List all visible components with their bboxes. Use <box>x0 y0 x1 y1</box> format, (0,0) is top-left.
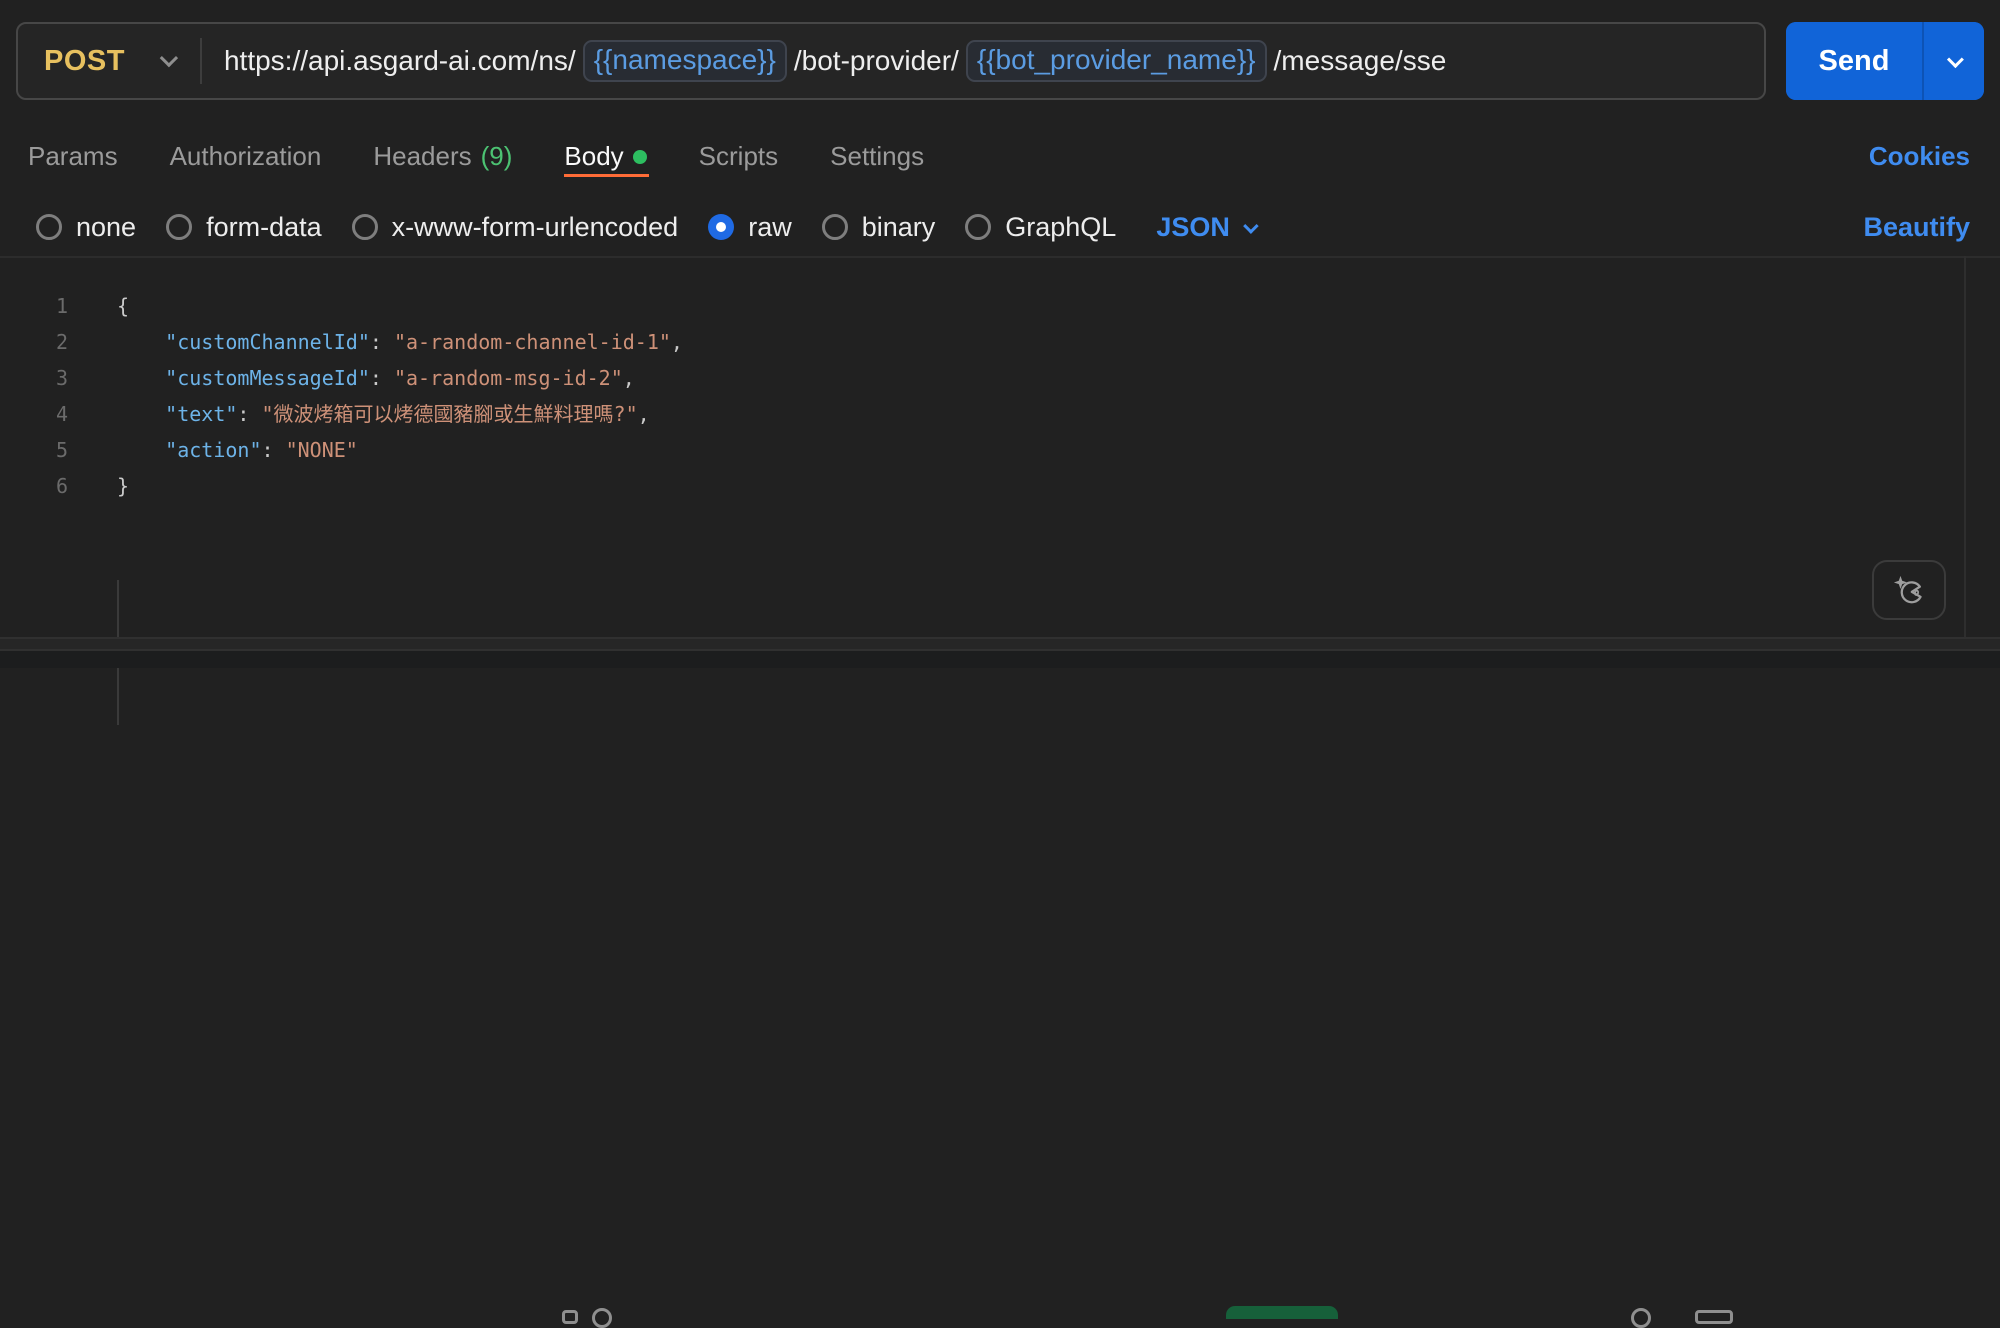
chevron-down-icon <box>1947 51 1964 68</box>
url-variable-bot-provider-name[interactable]: {{bot_provider_name}} <box>966 40 1267 82</box>
radio-raw[interactable]: raw <box>708 212 792 243</box>
radio-none[interactable]: none <box>36 212 136 243</box>
tab-label: Headers <box>373 136 471 176</box>
radio-x-www-form-urlencoded[interactable]: x-www-form-urlencoded <box>352 212 679 243</box>
radio-icon <box>965 214 991 240</box>
editor-scroll-gutter-border <box>1964 256 1966 637</box>
radio-label: binary <box>862 212 936 243</box>
language-label: JSON <box>1156 212 1230 243</box>
code-line: 2 "customChannelId": "a-random-channel-i… <box>20 324 2000 360</box>
postbot-button[interactable] <box>1872 560 1946 620</box>
partial-circle-icon[interactable] <box>1631 1308 1651 1328</box>
code-line: 1 { <box>20 288 2000 324</box>
partial-icon[interactable] <box>562 1310 578 1324</box>
request-tabs: Params Authorization Headers (9) Body Sc… <box>28 136 1970 176</box>
url-segment: /message/sse <box>1274 45 1447 77</box>
cookies-link[interactable]: Cookies <box>1869 141 1970 172</box>
postbot-sparkle-icon <box>1890 573 1928 607</box>
tab-body[interactable]: Body <box>564 136 646 176</box>
tab-label: Settings <box>830 136 924 176</box>
radio-label: form-data <box>206 212 322 243</box>
radio-form-data[interactable]: form-data <box>166 212 322 243</box>
radio-label: raw <box>748 212 792 243</box>
partial-keyboard-icon[interactable] <box>1695 1310 1733 1324</box>
code-line: 5 "action": "NONE" <box>20 432 2000 468</box>
line-number: 4 <box>20 396 68 432</box>
code-line: 6 } <box>20 468 2000 504</box>
tab-label: Scripts <box>699 136 778 176</box>
tab-label: Params <box>28 136 118 176</box>
body-code-editor[interactable]: 1 { 2 "customChannelId": "a-random-chann… <box>0 256 2000 637</box>
tab-authorization[interactable]: Authorization <box>170 136 322 176</box>
radio-icon <box>822 214 848 240</box>
line-number: 5 <box>20 432 68 468</box>
unsaved-changes-dot <box>633 150 647 164</box>
language-selector[interactable]: JSON <box>1156 212 1255 243</box>
tab-label: Authorization <box>170 136 322 176</box>
bottom-bar <box>0 651 2000 668</box>
radio-label: x-www-form-urlencoded <box>392 212 679 243</box>
url-variable-namespace[interactable]: {{namespace}} <box>583 40 787 82</box>
line-number: 3 <box>20 360 68 396</box>
request-bar: POST https://api.asgard-ai.com/ns/ {{nam… <box>16 22 1984 100</box>
code-lines: 1 { 2 "customChannelId": "a-random-chann… <box>20 288 2000 504</box>
partial-circle-icon[interactable] <box>592 1308 612 1328</box>
line-number: 1 <box>20 288 68 324</box>
line-number: 6 <box>20 468 68 504</box>
radio-icon <box>352 214 378 240</box>
tab-scripts[interactable]: Scripts <box>699 136 778 176</box>
tab-settings[interactable]: Settings <box>830 136 924 176</box>
tab-label: Body <box>564 136 623 176</box>
partial-green-button[interactable] <box>1226 1306 1338 1319</box>
code-line: 4 "text": "微波烤箱可以烤德國豬腳或生鮮料理嗎?", <box>20 396 2000 432</box>
chevron-down-icon[interactable] <box>160 48 178 66</box>
url-segment: /bot-provider/ <box>794 45 959 77</box>
method-selector[interactable]: POST <box>18 45 135 78</box>
radio-label: none <box>76 212 136 243</box>
tab-headers[interactable]: Headers (9) <box>373 136 512 176</box>
beautify-link[interactable]: Beautify <box>1863 212 1970 243</box>
radio-label: GraphQL <box>1005 212 1116 243</box>
line-number: 2 <box>20 324 68 360</box>
radio-icon <box>36 214 62 240</box>
send-options-button[interactable] <box>1924 22 1984 100</box>
response-pane-handle[interactable] <box>0 639 2000 649</box>
chevron-down-icon <box>1243 218 1259 234</box>
body-type-options: none form-data x-www-form-urlencoded raw… <box>36 198 1970 256</box>
radio-binary[interactable]: binary <box>822 212 936 243</box>
code-line: 3 "customMessageId": "a-random-msg-id-2"… <box>20 360 2000 396</box>
radio-selected-icon <box>708 214 734 240</box>
radio-graphql[interactable]: GraphQL <box>965 212 1116 243</box>
headers-count-badge: (9) <box>481 136 513 176</box>
send-button-group: Send <box>1786 22 1984 100</box>
send-button[interactable]: Send <box>1786 22 1922 100</box>
radio-icon <box>166 214 192 240</box>
tab-params[interactable]: Params <box>28 136 118 176</box>
url-input[interactable]: POST https://api.asgard-ai.com/ns/ {{nam… <box>16 22 1766 100</box>
url-segment: https://api.asgard-ai.com/ns/ <box>224 45 576 77</box>
url-field[interactable]: https://api.asgard-ai.com/ns/ {{namespac… <box>224 40 1446 82</box>
divider <box>200 38 202 84</box>
